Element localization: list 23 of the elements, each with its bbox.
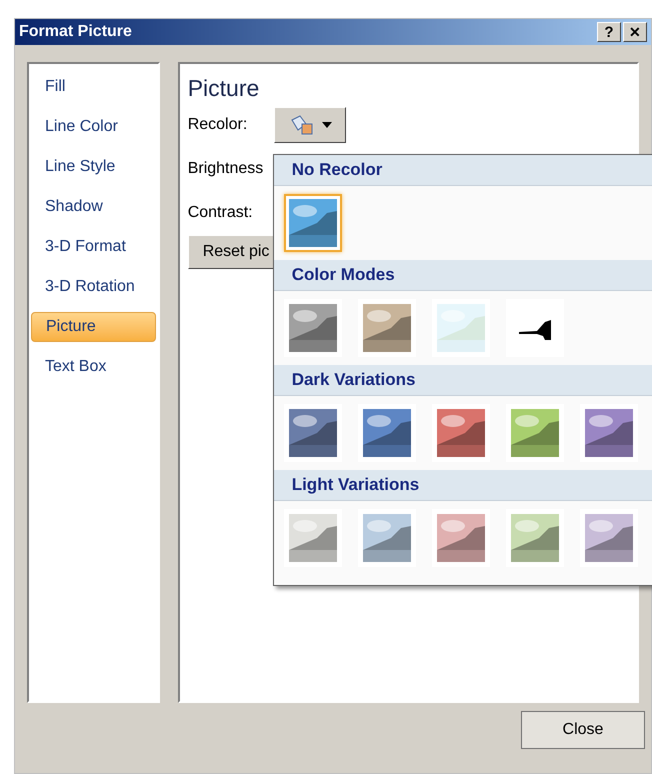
category-item[interactable]: 3-D Rotation (31, 272, 156, 302)
panel-title: Picture (188, 74, 260, 103)
brightness-label: Brightness (188, 158, 264, 179)
menu-section-header: No Recolor (274, 155, 652, 186)
window-title: Format Picture (19, 22, 132, 42)
menu-section-header: Light Variations (274, 470, 652, 501)
menu-section-header: Color Modes (274, 260, 652, 291)
menu-section-header: Dark Variations (274, 365, 652, 396)
caret-icon (322, 122, 332, 128)
category-item[interactable]: Line Color (31, 112, 156, 142)
close-button[interactable]: ✕ (623, 22, 647, 42)
recolor-label: Recolor: (188, 114, 248, 135)
category-item[interactable]: Line Style (31, 152, 156, 182)
category-item[interactable]: Fill (31, 72, 156, 102)
recolor-dropdown[interactable] (274, 106, 346, 143)
category-item[interactable]: Picture (31, 312, 156, 342)
contrast-label: Contrast: (188, 202, 253, 223)
help-button[interactable]: ? (597, 22, 621, 42)
close-dialog-button[interactable]: Close (521, 711, 645, 749)
recolor-swatch[interactable] (506, 299, 564, 357)
category-item[interactable]: Text Box (31, 352, 156, 382)
category-item[interactable]: 3-D Format (31, 232, 156, 262)
category-item[interactable]: Shadow (31, 192, 156, 222)
